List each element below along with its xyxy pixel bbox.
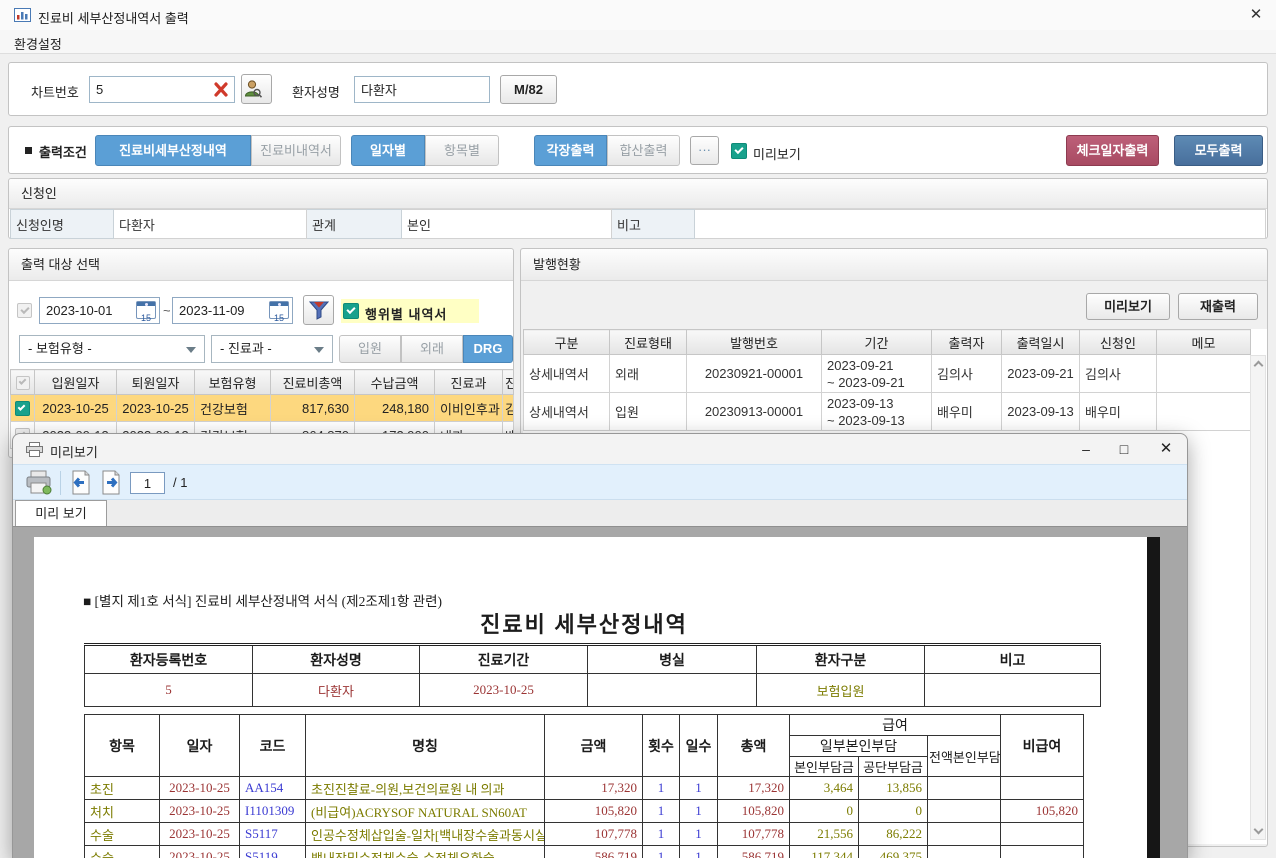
issued-reprint-button[interactable]: 재출력: [1178, 293, 1258, 320]
doc-row: 수술 2023-10-25 S5117 인공수정체삽입술-일차[백내장수술과동시…: [85, 823, 1084, 846]
doc-row: 처치 2023-10-25 I1101309 (비급여)ACRYSOF NATU…: [85, 800, 1084, 823]
preview-content[interactable]: ■ [별지 제1호 서식] 진료비 세부산정내역 서식 (제2조제1항 관련) …: [13, 526, 1187, 858]
toolbar-separator: [60, 471, 61, 495]
issued-group-title: 발행현황: [521, 249, 1267, 281]
calendar-icon[interactable]: 15: [136, 301, 156, 319]
filter-funnel-icon: [309, 300, 329, 320]
title-bar: 진료비 세부산정내역서 출력 ✕: [0, 0, 1276, 30]
applicant-group: 신청인 신청인명 다환자 관계 본인 비고: [8, 178, 1268, 239]
output-cond-group: 출력조건 진료비세부산정내역 진료비내역서 일자별 항목별 각장출력 합산출력 …: [8, 126, 1268, 174]
next-page-button[interactable]: [99, 470, 124, 495]
issued-row[interactable]: 상세내역서 입원 20230913-00001 2023-09-13~ 2023…: [524, 393, 1251, 431]
chart-no-label: 차트번호: [31, 82, 79, 101]
sex-age-button[interactable]: M/82: [500, 75, 557, 104]
page-edge-shadow: [1147, 537, 1160, 858]
printer-icon: [26, 442, 43, 457]
minimize-icon[interactable]: –: [1071, 437, 1101, 461]
issued-preview-button[interactable]: 미리보기: [1086, 293, 1170, 320]
date-from-field[interactable]: 2023-10-01 15: [39, 297, 160, 324]
target-group-title: 출력 대상 선택: [9, 249, 513, 281]
patient-name-input[interactable]: [354, 76, 490, 103]
issued-scrollbar[interactable]: [1250, 355, 1266, 840]
print-all-button[interactable]: 모두출력: [1174, 135, 1263, 166]
doc-title: 진료비 세부산정내역: [34, 607, 1134, 639]
more-options-button[interactable]: ···: [690, 136, 719, 165]
applicant-name-label: 신청인명: [11, 210, 114, 239]
preview-tab-row: 미리 보기: [13, 500, 1187, 526]
toggle-by-item[interactable]: 항목별: [425, 135, 499, 166]
scroll-up-icon[interactable]: [1254, 361, 1264, 371]
bullet-square: [25, 147, 32, 154]
patient-bar-group: 차트번호 환자성명 M/82: [8, 62, 1268, 116]
filter-button[interactable]: [303, 295, 334, 325]
preview-window: 미리보기 – □ ✕ / 1 미리 보기 ■ [별지 제1호 서식] 진료: [12, 433, 1188, 858]
preview-title-bar: 미리보기 – □ ✕: [13, 434, 1187, 464]
menu-settings[interactable]: 환경설정: [14, 34, 62, 53]
toggle-each-page[interactable]: 각장출력: [534, 135, 607, 166]
toggle-drg[interactable]: DRG: [463, 335, 513, 363]
toggle-statement[interactable]: 진료비내역서: [251, 135, 341, 166]
issued-row[interactable]: 상세내역서 외래 20230921-00001 2023-09-21~ 2023…: [524, 355, 1251, 393]
output-cond-label: 출력조건: [39, 142, 87, 161]
target-header-row: 입원일자 퇴원일자 보험유형 진료비총액 수납금액 진료과 진: [11, 370, 514, 395]
applicant-row: 신청인명 다환자 관계 본인 비고: [10, 209, 1266, 239]
doc-detail-table: 항목 일자 코드 명칭 금액 횟수 일수 총액 급여 비급여 일부본인부담 전액…: [84, 714, 1084, 858]
relation-value[interactable]: 본인: [402, 210, 612, 239]
document-page: ■ [별지 제1호 서식] 진료비 세부산정내역 서식 (제2조제1항 관련) …: [34, 537, 1147, 858]
doc-row: 수술 2023-10-25 S5119 백내장및수정체수술-수정체유화술 586…: [85, 846, 1084, 858]
patient-name-label: 환자성명: [292, 82, 340, 101]
applicant-group-title: 신청인: [9, 179, 1267, 209]
menu-bar: 환경설정: [0, 30, 1276, 54]
window-icon: [14, 8, 31, 22]
applicant-name-value[interactable]: 다환자: [114, 210, 307, 239]
target-row-selected[interactable]: 2023-10-25 2023-10-25 건강보험 817,630 248,1…: [11, 395, 514, 422]
toggle-inpatient[interactable]: 입원: [339, 335, 401, 363]
close-icon[interactable]: ✕: [1151, 437, 1181, 461]
note-value[interactable]: [695, 210, 1266, 239]
print-checked-button[interactable]: 체크일자출력: [1066, 135, 1159, 166]
tab-preview[interactable]: 미리 보기: [15, 500, 107, 526]
page-number-input[interactable]: [130, 472, 165, 494]
preview-window-title: 미리보기: [50, 442, 98, 461]
header-checkbox[interactable]: [16, 376, 30, 390]
prev-page-button[interactable]: [68, 470, 93, 495]
target-group: 출력 대상 선택 2023-10-01 15 ~ 2023-11-09 15 행…: [8, 248, 514, 458]
by-action-checkbox[interactable]: [343, 303, 359, 319]
insurance-type-select[interactable]: - 보험유형 -: [19, 335, 205, 363]
patient-search-button[interactable]: [241, 74, 272, 104]
print-button[interactable]: [25, 470, 52, 495]
toggle-detail-calc[interactable]: 진료비세부산정내역: [95, 135, 251, 166]
page-total-label: / 1: [173, 475, 187, 490]
by-action-wrap: 행위별 내역서: [341, 299, 479, 323]
toggle-by-date[interactable]: 일자별: [351, 135, 425, 166]
row-checkbox[interactable]: [15, 401, 30, 416]
preview-checkbox[interactable]: [731, 143, 747, 159]
relation-label: 관계: [307, 210, 402, 239]
issued-table: 구분 진료형태 발행번호 기간 출력자 출력일시 신청인 메모 상세내역서 외래…: [523, 329, 1251, 431]
date-range-checkbox[interactable]: [17, 303, 32, 318]
window-title: 진료비 세부산정내역서 출력: [38, 8, 189, 27]
department-select[interactable]: - 진료과 -: [211, 335, 333, 363]
preview-checkbox-label: 미리보기: [753, 144, 801, 163]
doc-row: 초진 2023-10-25 AA154 초진진찰료-의원,보건의료원 내 의과 …: [85, 777, 1084, 800]
issued-header-row: 구분 진료형태 발행번호 기간 출력자 출력일시 신청인 메모: [524, 330, 1251, 355]
close-icon[interactable]: ✕: [1242, 4, 1270, 26]
by-action-label: 행위별 내역서: [365, 304, 447, 323]
preview-toolbar: / 1: [13, 464, 1187, 500]
toggle-sum[interactable]: 합산출력: [607, 135, 680, 166]
toggle-outpatient[interactable]: 외래: [401, 335, 463, 363]
clear-icon[interactable]: [213, 82, 229, 97]
doc-info-table: 환자등록번호 환자성명 진료기간 병실 환자구분 비고 5 다환자 2023-1…: [84, 643, 1101, 707]
maximize-icon[interactable]: □: [1109, 437, 1139, 461]
chevron-down-icon: [186, 347, 196, 353]
date-to-field[interactable]: 2023-11-09 15: [172, 297, 293, 324]
date-separator: ~: [163, 303, 171, 318]
person-search-icon: [242, 78, 263, 99]
note-label: 비고: [612, 210, 695, 239]
calendar-icon[interactable]: 15: [269, 301, 289, 319]
scroll-down-icon[interactable]: [1254, 825, 1264, 835]
chevron-down-icon: [314, 347, 324, 353]
